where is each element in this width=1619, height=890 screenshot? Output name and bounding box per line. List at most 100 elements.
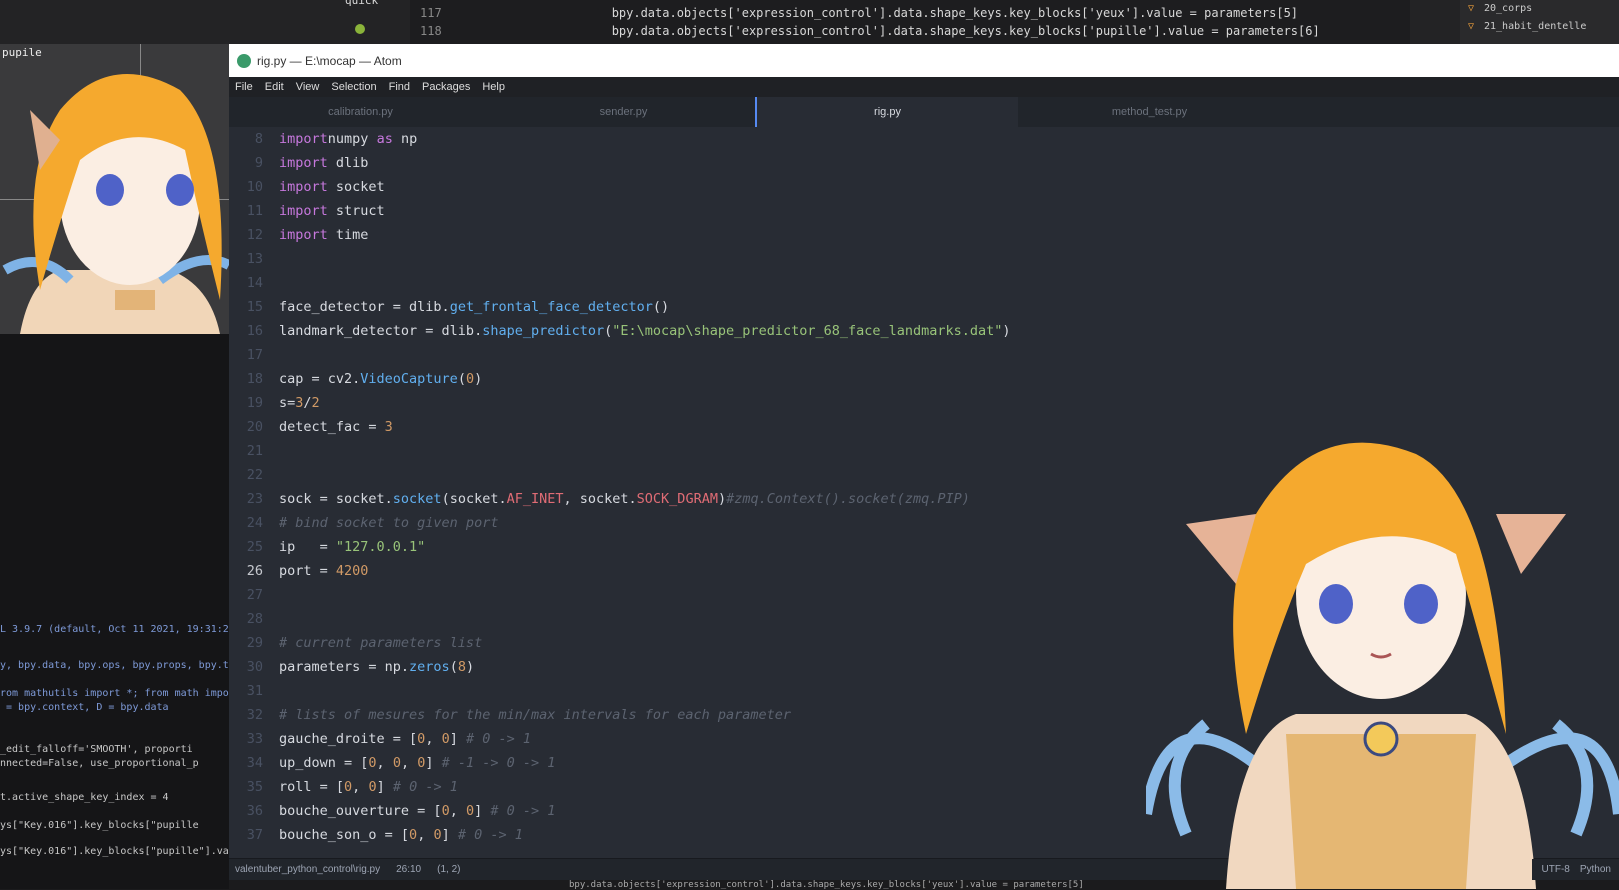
code-token: 0 (392, 755, 401, 771)
file-path[interactable]: valentuber_python_control\rig.py (235, 864, 380, 875)
line-number: 9 (254, 155, 263, 171)
code-token: s= (279, 395, 296, 411)
blender-text-editor-top: quick 117 bpy.data.objects['expression_co… (0, 0, 1619, 44)
tab-method_test-py[interactable]: method_test.py (1018, 97, 1281, 127)
line-number: 37 (246, 827, 263, 843)
code-token: get_frontal_face_detector (449, 299, 653, 315)
code-token: 3 (384, 419, 393, 435)
line-number: 31 (246, 683, 263, 699)
line-number: 30 (246, 659, 263, 675)
line-number: 24 (246, 515, 263, 531)
code-line[interactable]: 9 import dlib (229, 151, 1619, 175)
menu-view[interactable]: View (296, 81, 320, 93)
line-number: 27 (246, 587, 263, 603)
outliner-item[interactable]: 20_corps (1460, 0, 1619, 18)
python-console[interactable]: L 3.9.7 (default, Oct 11 2021, 19:31:2 y,… (0, 334, 229, 889)
outliner-item[interactable]: 21_habit_dentelle (1460, 18, 1619, 36)
line-text (271, 247, 279, 271)
code-token: # 0 -> 1 (490, 803, 556, 819)
pin-icon[interactable] (355, 24, 365, 34)
line-text: import time (271, 223, 368, 247)
line-number: 16 (246, 323, 263, 339)
line-text: s=3/2 (271, 391, 320, 415)
code-token: , (425, 731, 442, 747)
console-line: _edit_falloff='SMOOTH', proporti (0, 744, 193, 755)
tab-calibration-py[interactable]: calibration.py (229, 97, 492, 127)
code-token: import (279, 227, 328, 243)
window-title: rig.py — E:\mocap — Atom (257, 53, 402, 68)
line-number: 11 (246, 203, 263, 219)
code-token: ) (465, 659, 475, 675)
code-token: ) (717, 491, 727, 507)
menu-selection[interactable]: Selection (331, 81, 376, 93)
code-token: 0 (465, 371, 475, 387)
code-line[interactable]: 18 cap = cv2.VideoCapture(0) (229, 367, 1619, 391)
code-line[interactable]: 11 import struct (229, 199, 1619, 223)
code-token: import (279, 131, 328, 147)
console-line: ys["Key.016"].key_blocks["pupille"].valu… (0, 846, 229, 857)
code-token: numpy (327, 131, 377, 147)
menu-help[interactable]: Help (482, 81, 505, 93)
code-token: import (279, 155, 328, 171)
code-line[interactable]: 12 import time (229, 223, 1619, 247)
menu-packages[interactable]: Packages (422, 81, 470, 93)
avatar-character-overlay (1146, 442, 1619, 889)
line-number: 13 (246, 251, 263, 267)
tab-sender-py[interactable]: sender.py (492, 97, 755, 127)
code-line[interactable]: 16 landmark_detector = dlib.shape_predict… (229, 319, 1619, 343)
code-token: "127.0.0.1" (335, 539, 426, 555)
code-line[interactable]: 8 importnumpy as np (229, 127, 1619, 151)
code-token: sock = socket. (279, 491, 393, 507)
code-token: ip = (279, 539, 336, 555)
line-number: 25 (246, 539, 263, 555)
line-text: bpy.data.objects['expression_control'].d… (611, 6, 1299, 20)
code-line[interactable]: 13 (229, 247, 1619, 271)
code-line[interactable]: 19 s=3/2 (229, 391, 1619, 415)
tab-rig-py[interactable]: rig.py (755, 97, 1018, 127)
code-line[interactable]: 17 (229, 343, 1619, 367)
code-token: AF_INET (506, 491, 564, 507)
code-token: import (279, 179, 328, 195)
line-number: 17 (246, 347, 263, 363)
tab-bar: calibration.py sender.py rig.py method_test… (229, 97, 1619, 127)
cursor-position[interactable]: 26:10 (396, 864, 421, 875)
code-token: 0 (441, 803, 450, 819)
line-number: 26 (246, 563, 263, 579)
line-text (271, 463, 279, 487)
menu-edit[interactable]: Edit (265, 81, 284, 93)
line-text (271, 607, 279, 631)
code-token: () (652, 299, 670, 315)
code-token: , (352, 779, 369, 795)
code-token: ] (449, 731, 466, 747)
line-text: ip = "127.0.0.1" (271, 535, 425, 559)
code-line[interactable]: 14 (229, 271, 1619, 295)
line-text: import struct (271, 199, 385, 223)
line-text (271, 439, 279, 463)
line-text: parameters = np.zeros(8) (271, 655, 474, 679)
line-text: # current parameters list (271, 631, 482, 655)
line-number: 14 (246, 275, 263, 291)
menu-file[interactable]: File (235, 81, 253, 93)
menu-find[interactable]: Find (389, 81, 410, 93)
console-line: = bpy.context, D = bpy.data (0, 702, 169, 713)
line-text: importnumpy as np (271, 127, 417, 151)
encoding[interactable]: UTF-8 (1542, 864, 1570, 875)
line-text: import dlib (271, 151, 368, 175)
line-text: sock = socket.socket(socket.AF_INET, soc… (271, 487, 970, 511)
code-line[interactable]: 15 face_detector = dlib.get_frontal_face_… (229, 295, 1619, 319)
line-text (271, 679, 279, 703)
code-token: 4200 (335, 563, 369, 579)
line-text: landmark_detector = dlib.shape_predictor… (271, 319, 1011, 343)
console-line: t.active_shape_key_index = 4 (0, 792, 169, 803)
line-number: 28 (246, 611, 263, 627)
line-text (271, 583, 279, 607)
line-number: 19 (246, 395, 263, 411)
line-number: 15 (246, 299, 263, 315)
line-text (271, 271, 279, 295)
code-line[interactable]: 10 import socket (229, 175, 1619, 199)
menu-bar: File Edit View Selection Find Packages Help (229, 77, 1619, 97)
code-token: np (392, 131, 418, 147)
code-token: parameters = np. (279, 659, 410, 675)
outliner[interactable]: 20_corps 21_habit_dentelle (1460, 0, 1619, 44)
grammar[interactable]: Python (1580, 864, 1611, 875)
